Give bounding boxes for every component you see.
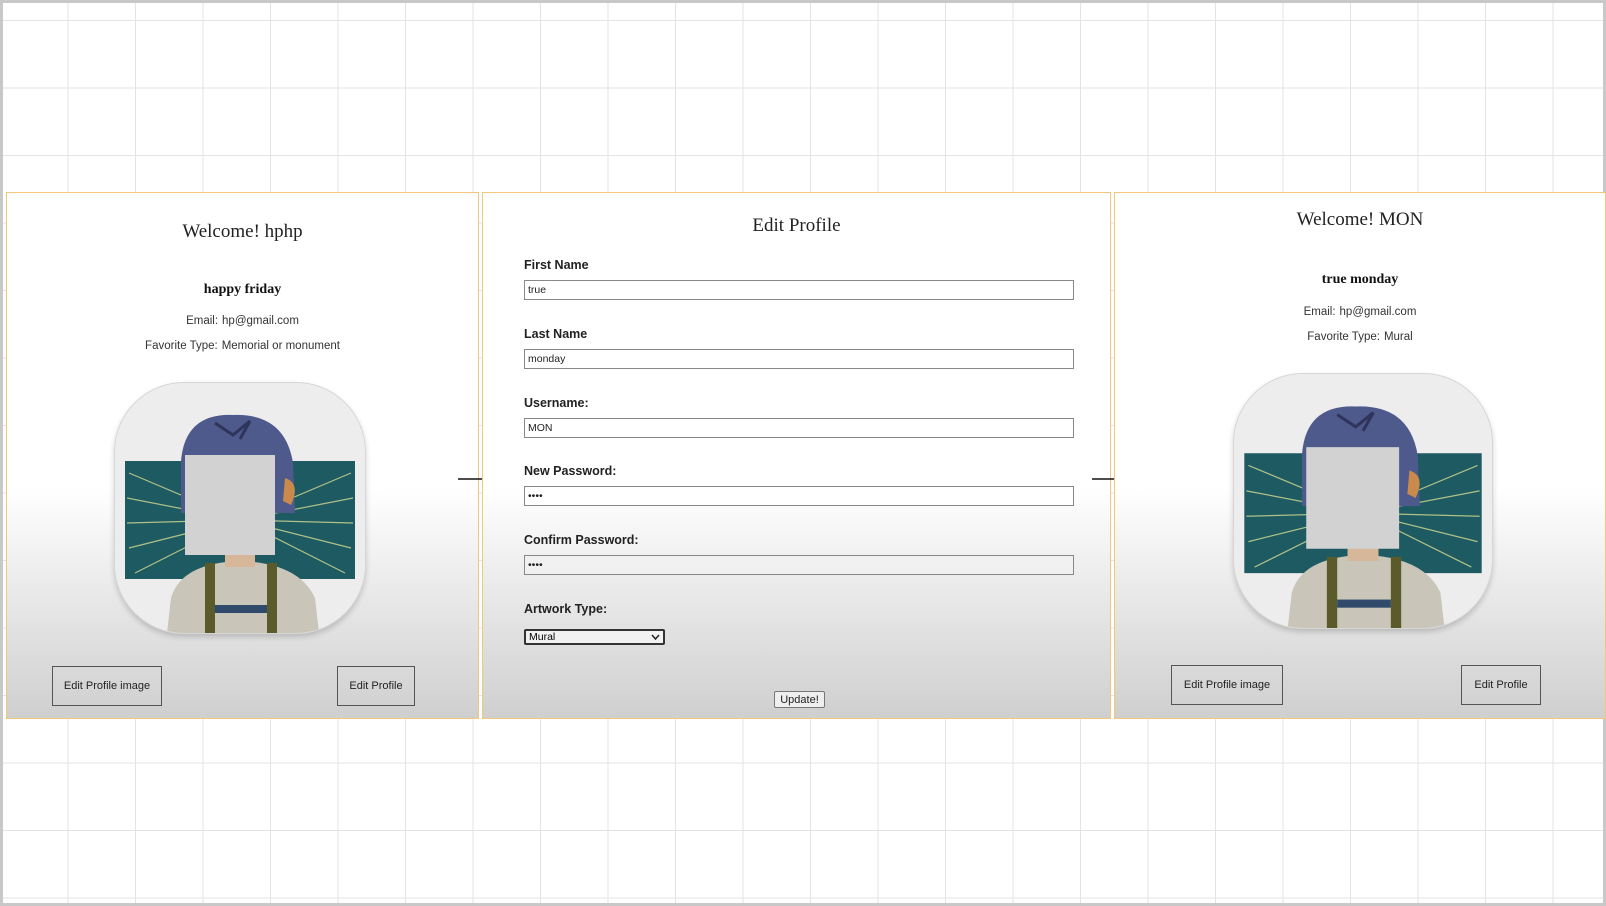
email-line: Email: hp@gmail.com [1115, 306, 1605, 318]
email-label: Email: [1303, 306, 1336, 318]
last-name-input[interactable] [524, 349, 1074, 369]
full-name: true monday [1321, 272, 1399, 287]
username-input[interactable] [524, 418, 1074, 438]
artwork-type-label: Artwork Type: [524, 602, 608, 616]
favorite-type-line: Favorite Type: Mural [1115, 331, 1605, 343]
email-label: Email: [186, 315, 219, 327]
username-label: Username: [524, 396, 589, 410]
full-name: happy friday [203, 282, 282, 297]
favorite-type-value: Mural [1383, 331, 1413, 343]
profile-panel-after: Welcome! MON true monday Email: hp@gmail.… [1114, 192, 1606, 719]
artwork-type-selected: Mural [529, 631, 556, 643]
artwork-type-select[interactable]: Mural [524, 629, 665, 645]
edit-profile-button[interactable]: Edit Profile [337, 666, 415, 706]
edit-profile-button[interactable]: Edit Profile [1461, 665, 1541, 705]
edit-profile-image-button[interactable]: Edit Profile image [1171, 665, 1283, 705]
welcome-heading: Welcome! hphp [182, 221, 303, 242]
edit-profile-image-button[interactable]: Edit Profile image [52, 666, 162, 706]
favorite-type-value: Memorial or monument [221, 340, 340, 352]
profile-panel-before: Welcome! hphp happy friday Email: hp@gmai… [6, 192, 479, 719]
new-password-label: New Password: [524, 464, 617, 478]
new-password-input[interactable] [524, 486, 1074, 506]
profile-avatar [114, 382, 366, 634]
email-line: Email: hp@gmail.com [7, 315, 478, 327]
update-button[interactable]: Update! [774, 691, 825, 708]
chevron-down-icon [651, 634, 660, 640]
email-value: hp@gmail.com [222, 315, 299, 327]
edit-profile-title: Edit Profile [752, 215, 841, 236]
favorite-type-line: Favorite Type: Memorial or monument [7, 340, 478, 352]
confirm-password-label: Confirm Password: [524, 533, 639, 547]
email-value: hp@gmail.com [1339, 306, 1417, 318]
favorite-type-label: Favorite Type: [145, 340, 218, 352]
confirm-password-input[interactable] [524, 555, 1074, 575]
profile-avatar [1233, 373, 1493, 629]
favorite-type-label: Favorite Type: [1307, 331, 1380, 343]
avatar-illustration [115, 383, 365, 633]
avatar-illustration [1234, 374, 1492, 628]
edit-profile-panel: Edit Profile First Name Last Name Userna… [482, 192, 1111, 719]
last-name-label: Last Name [524, 327, 588, 341]
first-name-label: First Name [524, 258, 589, 272]
first-name-input[interactable] [524, 280, 1074, 300]
welcome-heading: Welcome! MON [1296, 209, 1424, 230]
